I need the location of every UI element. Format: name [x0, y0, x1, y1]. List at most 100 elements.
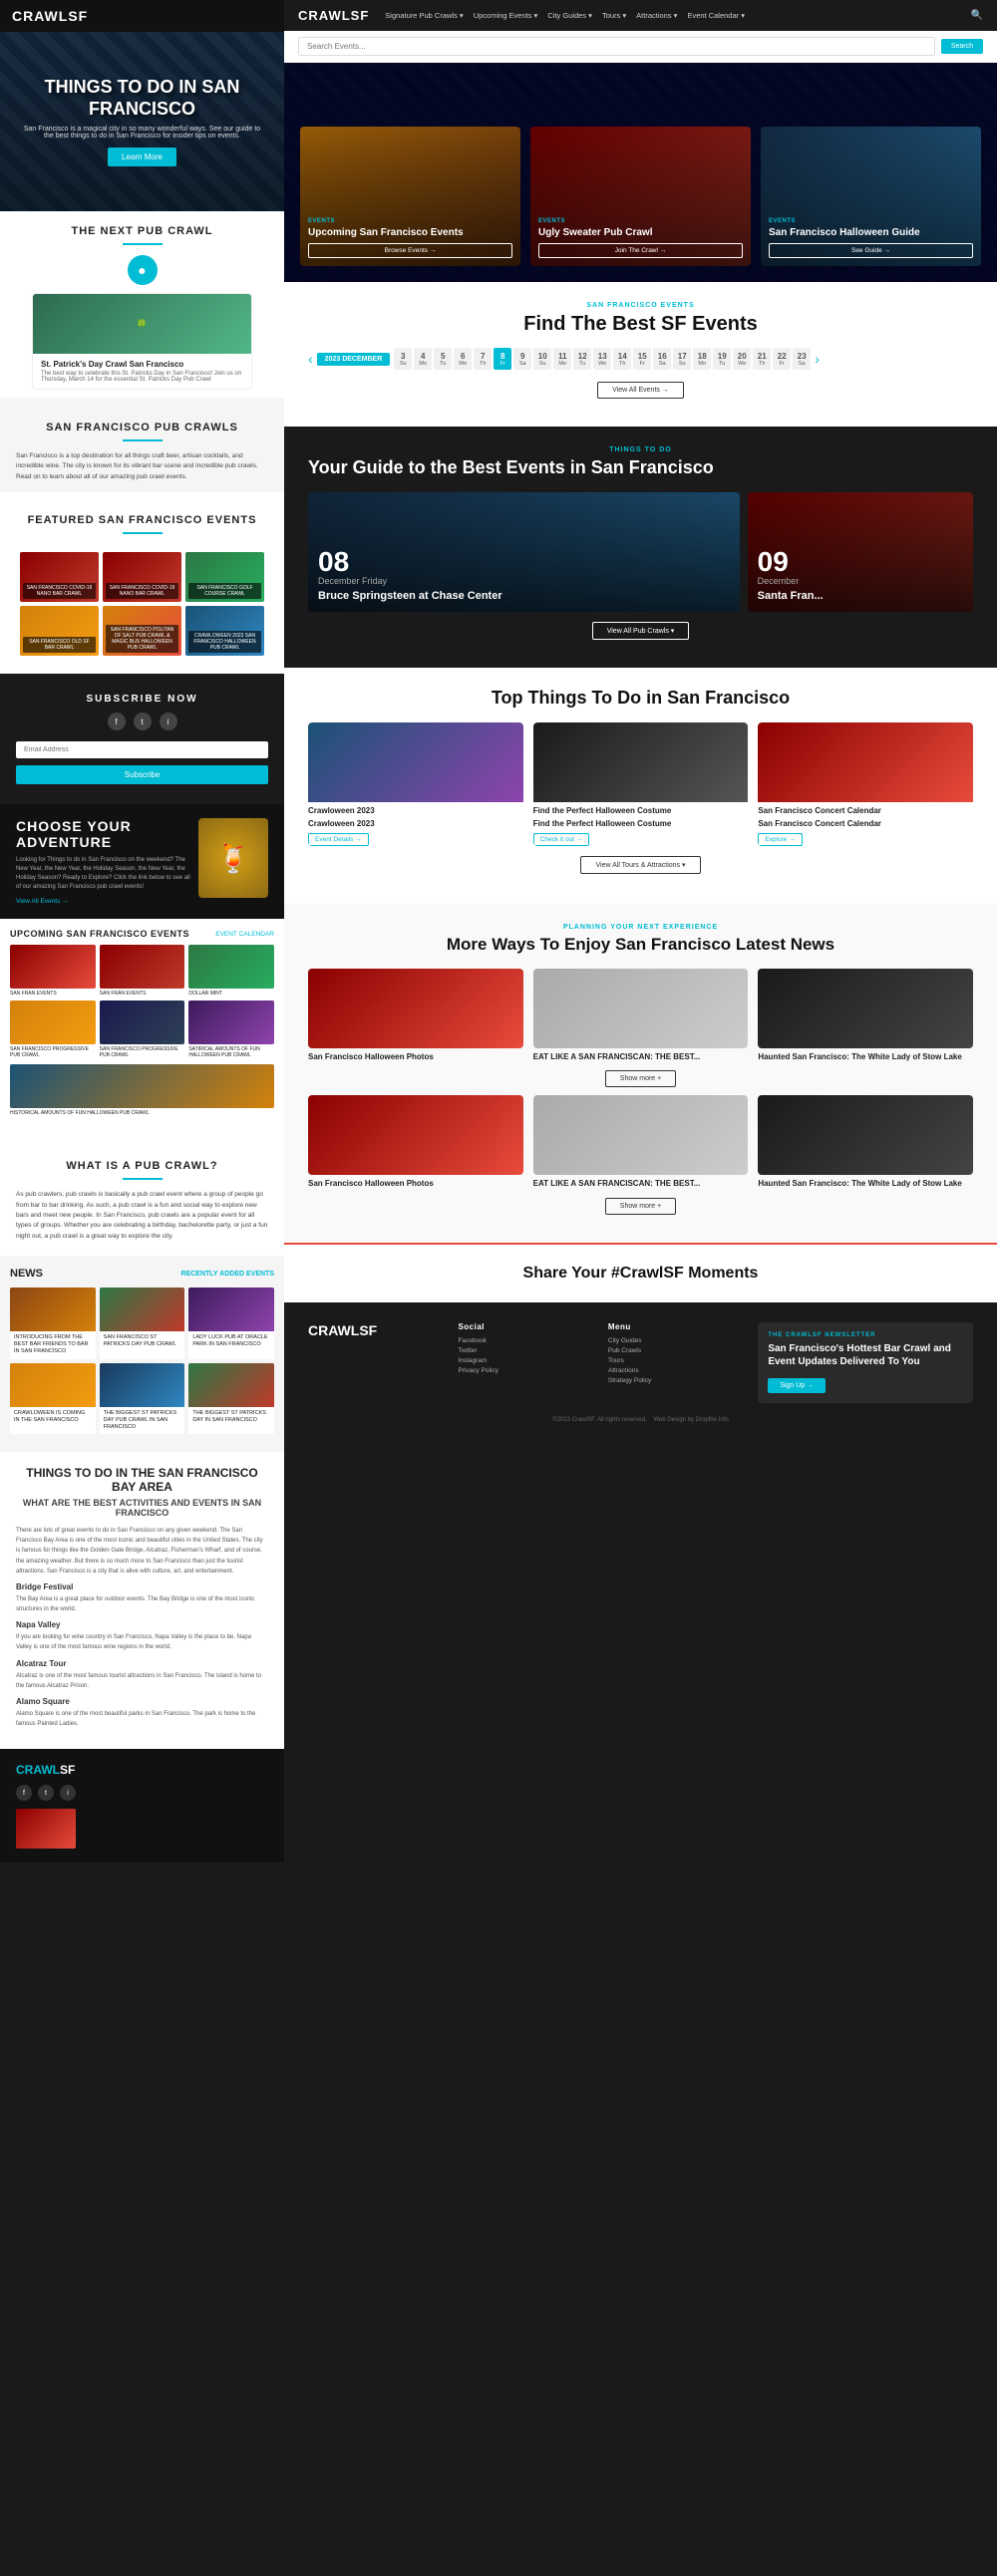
hero-card-3[interactable]: EVENTS San Francisco Halloween Guide See…: [761, 127, 981, 266]
things-link-1[interactable]: Event Details →: [308, 833, 369, 846]
calendar-link[interactable]: EVENT CALENDAR: [215, 931, 274, 938]
event-item-2[interactable]: SAN FRAN EVENTS: [100, 945, 185, 997]
footer-instagram-icon[interactable]: i: [60, 1785, 76, 1801]
things-item-2[interactable]: Find the Perfect Halloween Costume Find …: [533, 722, 749, 846]
hero-card-btn-3[interactable]: See Guide →: [769, 243, 973, 258]
cal-day-5[interactable]: 5Tu: [434, 348, 452, 370]
left-hero-button[interactable]: Learn More: [108, 147, 176, 166]
cal-day-15[interactable]: 15Fr: [633, 348, 651, 370]
footer-facebook-icon[interactable]: f: [16, 1785, 32, 1801]
footer-strategy-link[interactable]: Strategy Policy: [608, 1377, 738, 1384]
news-item-2[interactable]: SAN FRANCISCO ST PATRICKS DAY PUB CRAWL: [100, 1288, 185, 1358]
facebook-icon[interactable]: f: [108, 713, 126, 730]
cal-day-7[interactable]: 7Th: [474, 348, 492, 370]
instagram-icon[interactable]: i: [160, 713, 177, 730]
event-img-3: [188, 945, 274, 989]
right-news-item-2[interactable]: EAT LIKE A SAN FRANCISCAN: THE BEST...: [533, 969, 749, 1062]
left-adventure: CHOOSE YOUR ADVENTURE Looking for Things…: [0, 804, 284, 919]
right-news-item-5[interactable]: EAT LIKE A SAN FRANCISCAN: THE BEST...: [533, 1095, 749, 1189]
footer-privacy-link[interactable]: Privacy Policy: [458, 1367, 587, 1374]
things-link-2[interactable]: Check it out →: [533, 833, 590, 846]
show-more-btn[interactable]: Show more +: [605, 1070, 676, 1087]
cal-day-11[interactable]: 11Mo: [553, 348, 571, 370]
event-item-5[interactable]: SAN FRANCISCO PROGRESSIVE PUB CRAWL: [100, 1001, 185, 1058]
cal-day-21[interactable]: 21Th: [753, 348, 771, 370]
footer-twitter-link[interactable]: Twitter: [458, 1347, 587, 1354]
things-item-3[interactable]: San Francisco Concert Calendar San Franc…: [758, 722, 973, 846]
crawl-card[interactable]: 🍀 St. Patrick's Day Crawl San Francisco …: [32, 293, 252, 390]
search-icon[interactable]: 🔍: [971, 10, 983, 21]
event-item-7[interactable]: HISTORICAL AMOUNTS OF FUN HALLOWEEN PUB …: [10, 1064, 274, 1116]
nav-link-tours[interactable]: Tours ▾: [602, 11, 626, 20]
cal-day-19[interactable]: 19Tu: [713, 348, 731, 370]
news-item-6[interactable]: THE BIGGEST ST PATRICKS DAY IN SAN FRANC…: [188, 1363, 274, 1434]
right-news-item-6[interactable]: Haunted San Francisco: The White Lady of…: [758, 1095, 973, 1189]
cal-day-13[interactable]: 13We: [593, 348, 611, 370]
cal-day-6[interactable]: 6We: [454, 348, 472, 370]
view-all-pub-crawls-btn[interactable]: View All Pub Crawls ▾: [592, 622, 690, 640]
news-item-5[interactable]: THE BIGGEST ST PATRICKS DAY PUB CRAWL IN…: [100, 1363, 185, 1434]
cal-next[interactable]: ›: [815, 351, 820, 367]
event-item-4[interactable]: SAN FRANCISCO PROGRESSIVE PUB CRAWL: [10, 1001, 96, 1058]
things-link-3[interactable]: Explore →: [758, 833, 802, 846]
event-item-3[interactable]: DOLLAR MINT: [188, 945, 274, 997]
view-all-events-btn[interactable]: View All Events →: [597, 382, 684, 399]
nav-link-city-guides[interactable]: City Guides ▾: [547, 11, 592, 20]
cal-day-12[interactable]: 12Tu: [573, 348, 591, 370]
cal-day-20[interactable]: 20We: [733, 348, 751, 370]
cal-day-3[interactable]: 3Su: [394, 348, 412, 370]
right-news-item-1[interactable]: San Francisco Halloween Photos: [308, 969, 523, 1062]
things-item-1[interactable]: Crawloween 2023 Crawloween 2023 Event De…: [308, 722, 523, 846]
twitter-icon[interactable]: t: [134, 713, 152, 730]
guide-card-1[interactable]: 08 December Friday Bruce Springsteen at …: [308, 492, 740, 612]
footer-city-guides-link[interactable]: City Guides: [608, 1337, 738, 1344]
cal-day-10[interactable]: 10Su: [533, 348, 551, 370]
cal-day-23[interactable]: 23Sa: [793, 348, 811, 370]
search-input[interactable]: [298, 37, 935, 56]
nav-link-upcoming[interactable]: Upcoming Events ▾: [474, 11, 538, 20]
featured-item-3[interactable]: SAN FRANCISCO GOLF COURSE CRAWL: [185, 552, 264, 602]
event-item-6[interactable]: SATIRICAL AMOUNTS OF FUN HALLOWEEN PUB C…: [188, 1001, 274, 1058]
right-news-item-3[interactable]: Haunted San Francisco: The White Lady of…: [758, 969, 973, 1062]
nav-link-attractions[interactable]: Attractions ▾: [636, 11, 677, 20]
footer-twitter-icon[interactable]: t: [38, 1785, 54, 1801]
footer-tours-link[interactable]: Tours: [608, 1357, 738, 1364]
right-news-item-4[interactable]: San Francisco Halloween Photos: [308, 1095, 523, 1189]
adventure-link[interactable]: View All Events →: [16, 898, 190, 905]
subscribe-button[interactable]: Subscribe: [16, 765, 268, 784]
hero-card-btn-2[interactable]: Join The Crawl →: [538, 243, 743, 258]
featured-item-1[interactable]: SAN FRANCISCO COVID-19 NANO BAR CRAWL: [20, 552, 99, 602]
event-item-1[interactable]: SAN FRAN EVENTS: [10, 945, 96, 997]
footer-instagram-link[interactable]: Instagram: [458, 1357, 587, 1364]
footer-pub-crawls-link[interactable]: Pub Crawls: [608, 1347, 738, 1354]
cal-day-16[interactable]: 16Sa: [653, 348, 671, 370]
featured-item-2[interactable]: SAN FRANCISCO COVID-19 NANO BAR CRAWL: [103, 552, 181, 602]
hero-card-2[interactable]: EVENTS Ugly Sweater Pub Crawl Join The C…: [530, 127, 751, 266]
cal-day-4[interactable]: 4Mo: [414, 348, 432, 370]
subscribe-email-input[interactable]: [16, 741, 268, 758]
footer-facebook-link[interactable]: Facebook: [458, 1337, 587, 1344]
cal-day-22[interactable]: 22Fr: [773, 348, 791, 370]
featured-item-6[interactable]: CRAWLOWEEN 2023 SAN FRANCISCO HALLOWEEN …: [185, 606, 264, 656]
news-item-3[interactable]: LADY LUCK PUB AT ORACLE PARK IN SAN FRAN…: [188, 1288, 274, 1358]
cal-day-18[interactable]: 18Mo: [693, 348, 711, 370]
featured-item-4[interactable]: SAN FRANCISCO OLD SF BAR CRAWL: [20, 606, 99, 656]
featured-item-5[interactable]: SAN FRANCISCO POLITAN OF SALT PUB CRAWL …: [103, 606, 181, 656]
nav-link-pub-crawls[interactable]: Signature Pub Crawls ▾: [385, 11, 463, 20]
search-button[interactable]: Search: [941, 39, 983, 54]
cal-day-14[interactable]: 14Th: [613, 348, 631, 370]
footer-attractions-link[interactable]: Attractions: [608, 1367, 738, 1374]
hero-card-btn-1[interactable]: Browse Events →: [308, 243, 512, 258]
hero-card-1[interactable]: EVENTS Upcoming San Francisco Events Bro…: [300, 127, 520, 266]
newsletter-signup-btn[interactable]: Sign Up →: [768, 1378, 826, 1393]
cal-prev[interactable]: ‹: [308, 351, 313, 367]
show-more-btn-2[interactable]: Show more +: [605, 1198, 676, 1215]
view-all-tours-btn[interactable]: View All Tours & Attractions ▾: [580, 856, 700, 874]
cal-day-17[interactable]: 17Su: [673, 348, 691, 370]
news-item-1[interactable]: INTRODUCING FROM THE BEST BAR FRIENDS TO…: [10, 1288, 96, 1358]
news-item-4[interactable]: CRAWLOWEEN IS COMING IN THE SAN FRANCISC…: [10, 1363, 96, 1434]
nav-link-calendar[interactable]: Event Calendar ▾: [687, 11, 745, 20]
cal-day-9[interactable]: 9Sa: [513, 348, 531, 370]
guide-card-2[interactable]: 09 December Santa Fran...: [748, 492, 973, 612]
cal-day-8[interactable]: 8Fr: [494, 348, 511, 370]
